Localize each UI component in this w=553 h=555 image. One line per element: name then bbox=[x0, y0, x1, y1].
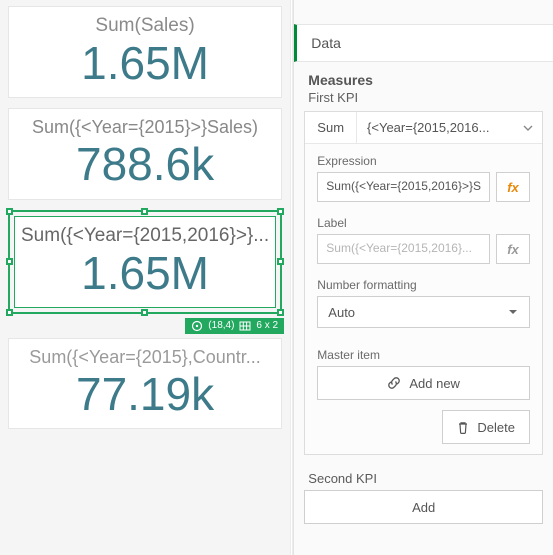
kpi-card[interactable]: Sum({<Year={2015},Countr... 77.19k bbox=[8, 338, 282, 429]
canvas: Sum(Sales) 1.65M Sum({<Year={2015}>}Sale… bbox=[0, 0, 290, 555]
measure-header-expression: {<Year={2015,2016... bbox=[357, 112, 514, 143]
master-item-label: Master item bbox=[305, 334, 542, 366]
resize-handle[interactable] bbox=[141, 309, 148, 316]
target-icon bbox=[191, 320, 203, 332]
properties-panel: Data Measures First KPI Sum {<Year={2015… bbox=[293, 0, 553, 555]
add-second-kpi-button[interactable]: Add bbox=[304, 490, 543, 524]
measure-block: Sum {<Year={2015,2016... Expression Sum(… bbox=[304, 111, 543, 455]
dropdown-caret-icon bbox=[507, 306, 519, 318]
kpi-card-selected[interactable]: Sum({<Year={2015,2016}>}... 1.65M (18,4)… bbox=[8, 210, 282, 314]
aggregation-chip[interactable]: Sum bbox=[305, 112, 357, 143]
resize-handle[interactable] bbox=[141, 208, 148, 215]
resize-handle[interactable] bbox=[6, 258, 13, 265]
label-expression-button[interactable]: fx bbox=[496, 234, 530, 264]
expression-editor-button[interactable]: fx bbox=[496, 172, 530, 202]
grid-size-icon bbox=[239, 320, 251, 332]
first-kpi-label: First KPI bbox=[294, 90, 553, 111]
expression-label: Expression bbox=[305, 144, 542, 172]
resize-handle[interactable] bbox=[6, 208, 13, 215]
kpi-value: 77.19k bbox=[76, 370, 214, 418]
measure-header[interactable]: Sum {<Year={2015,2016... bbox=[305, 112, 542, 144]
label-field-label: Label bbox=[305, 206, 542, 234]
kpi-label: Sum({<Year={2015},Countr... bbox=[29, 347, 261, 368]
position-badge: (18,4) 6 x 2 bbox=[185, 318, 284, 334]
kpi-value: 1.65M bbox=[81, 39, 209, 87]
kpi-value: 788.6k bbox=[76, 140, 214, 188]
kpi-label: Sum({<Year={2015}>}Sales) bbox=[32, 117, 258, 138]
kpi-value: 1.65M bbox=[81, 249, 209, 297]
trash-icon bbox=[457, 421, 469, 434]
delete-button[interactable]: Delete bbox=[442, 410, 530, 444]
resize-handle[interactable] bbox=[277, 309, 284, 316]
add-new-master-item-button[interactable]: Add new bbox=[317, 366, 530, 400]
kpi-card[interactable]: Sum(Sales) 1.65M bbox=[8, 6, 282, 98]
resize-handle[interactable] bbox=[6, 309, 13, 316]
kpi-card[interactable]: Sum({<Year={2015}>}Sales) 788.6k bbox=[8, 108, 282, 199]
kpi-label: Sum({<Year={2015,2016}>}... bbox=[21, 225, 269, 247]
kpi-label: Sum(Sales) bbox=[95, 15, 194, 37]
resize-handle[interactable] bbox=[277, 208, 284, 215]
second-kpi-label: Second KPI bbox=[294, 465, 553, 490]
number-formatting-label: Number formatting bbox=[305, 268, 542, 296]
chevron-down-icon[interactable] bbox=[514, 123, 542, 133]
expression-input[interactable]: Sum({<Year={2015,2016}>}S bbox=[317, 172, 490, 202]
accordion-data[interactable]: Data bbox=[294, 24, 553, 62]
number-formatting-select[interactable]: Auto bbox=[317, 296, 530, 328]
link-icon bbox=[387, 376, 401, 390]
label-input[interactable]: Sum({<Year={2015,2016}... bbox=[317, 234, 490, 264]
resize-handle[interactable] bbox=[277, 258, 284, 265]
measures-heading: Measures bbox=[294, 62, 553, 90]
